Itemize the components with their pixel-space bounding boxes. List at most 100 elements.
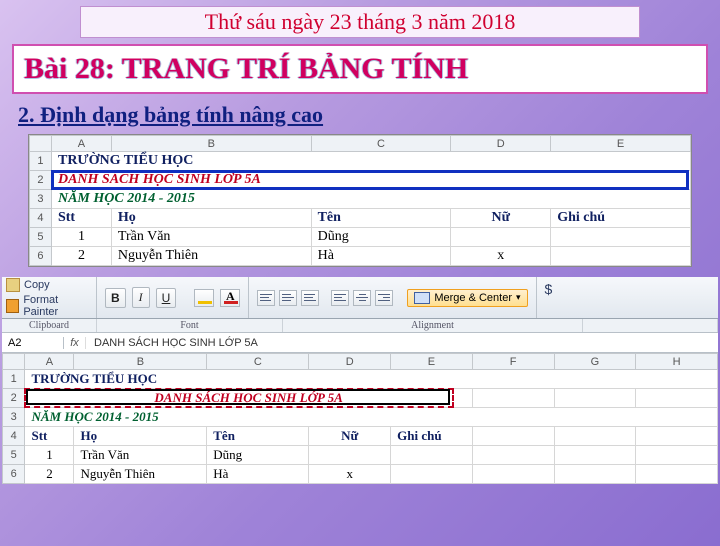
row-header[interactable]: 5 <box>30 228 52 247</box>
cell[interactable]: DANH SÁCH HỌC SINH LỚP 5A <box>51 171 690 190</box>
cell[interactable] <box>554 465 636 484</box>
cell[interactable] <box>636 446 718 465</box>
col-header[interactable]: C <box>311 136 451 152</box>
font-group: B I U A <box>97 277 249 318</box>
section-subtitle: 2. Định dạng bảng tính nâng cao <box>18 102 702 128</box>
cell[interactable]: Dũng <box>311 228 451 247</box>
cell[interactable]: Nguyễn Thiên <box>111 247 311 266</box>
fill-color-button[interactable] <box>194 289 214 307</box>
cell[interactable]: Hà <box>311 247 451 266</box>
align-center-button[interactable] <box>353 290 371 306</box>
cell[interactable] <box>472 465 554 484</box>
col-header[interactable]: D <box>451 136 551 152</box>
cell[interactable]: x <box>309 465 391 484</box>
cell[interactable]: Stt <box>25 427 74 446</box>
cell[interactable] <box>391 465 473 484</box>
format-painter-button[interactable]: Format Painter <box>6 294 92 318</box>
cell[interactable] <box>554 427 636 446</box>
cell[interactable]: Nguyễn Thiên <box>74 465 207 484</box>
italic-button[interactable]: I <box>132 287 150 308</box>
row-header[interactable]: 2 <box>30 171 52 190</box>
cell[interactable]: Nữ <box>451 209 551 228</box>
copy-icon <box>6 278 20 292</box>
spreadsheet-example-1: ABCDE1TRƯỜNG TIỂU HỌC2DANH SÁCH HỌC SINH… <box>28 134 692 267</box>
cell[interactable]: 1 <box>51 228 111 247</box>
col-header[interactable] <box>30 136 52 152</box>
brush-icon <box>6 299 19 313</box>
underline-button[interactable]: U <box>156 288 177 308</box>
cell[interactable] <box>636 389 718 408</box>
col-header[interactable]: G <box>554 354 636 370</box>
col-header[interactable]: B <box>111 136 311 152</box>
row-header[interactable]: 3 <box>30 190 52 209</box>
cell[interactable] <box>391 446 473 465</box>
row-header[interactable]: 4 <box>30 209 52 228</box>
cell[interactable] <box>636 465 718 484</box>
cell[interactable]: Nữ <box>309 427 391 446</box>
cell[interactable]: TRƯỜNG TIỂU HỌC <box>25 370 718 389</box>
cell[interactable] <box>551 247 691 266</box>
row-header[interactable]: 5 <box>3 446 25 465</box>
lesson-title-box: Bài 28: TRANG TRÍ BẢNG TÍNH <box>12 44 708 94</box>
cell[interactable]: Hà <box>207 465 309 484</box>
cell[interactable] <box>472 446 554 465</box>
col-header[interactable]: C <box>207 354 309 370</box>
col-header[interactable]: D <box>309 354 391 370</box>
col-header[interactable]: H <box>636 354 718 370</box>
col-header[interactable]: A <box>25 354 74 370</box>
cell[interactable] <box>472 389 554 408</box>
cell[interactable] <box>636 427 718 446</box>
cell[interactable] <box>451 228 551 247</box>
currency-button[interactable]: $ <box>537 277 561 318</box>
row-header[interactable]: 1 <box>3 370 25 389</box>
cell[interactable]: Tên <box>311 209 451 228</box>
row-header[interactable]: 1 <box>30 152 52 171</box>
align-bottom-button[interactable] <box>301 290 319 306</box>
cell[interactable] <box>472 427 554 446</box>
cell[interactable]: Tên <box>207 427 309 446</box>
cell[interactable]: Ghi chú <box>551 209 691 228</box>
cell[interactable] <box>554 446 636 465</box>
align-right-button[interactable] <box>375 290 393 306</box>
cell[interactable] <box>551 228 691 247</box>
cell[interactable]: Trần Văn <box>74 446 207 465</box>
row-header[interactable]: 6 <box>30 247 52 266</box>
cell[interactable]: Dũng <box>207 446 309 465</box>
cell[interactable]: Stt <box>51 209 111 228</box>
bold-button[interactable]: B <box>105 288 126 308</box>
cell[interactable]: Ghi chú <box>391 427 473 446</box>
cell[interactable]: 2 <box>51 247 111 266</box>
cell[interactable] <box>554 389 636 408</box>
merged-cell[interactable]: DANH SÁCH HỌC SINH LỚP 5A <box>25 389 472 408</box>
merge-center-button[interactable]: Merge & Center▾ <box>407 289 527 307</box>
cell[interactable]: Họ <box>74 427 207 446</box>
col-header[interactable]: B <box>74 354 207 370</box>
cell[interactable]: TRƯỜNG TIỂU HỌC <box>51 152 690 171</box>
col-header[interactable]: F <box>472 354 554 370</box>
cell[interactable] <box>309 446 391 465</box>
cell[interactable]: x <box>451 247 551 266</box>
cell[interactable]: NĂM HỌC 2014 - 2015 <box>51 190 690 209</box>
font-color-button[interactable]: A <box>220 289 240 307</box>
row-header[interactable]: 6 <box>3 465 25 484</box>
col-header[interactable] <box>3 354 25 370</box>
alignment-group: Merge & Center▾ <box>249 277 536 318</box>
cell[interactable]: Trần Văn <box>111 228 311 247</box>
align-top-button[interactable] <box>257 290 275 306</box>
copy-button[interactable]: Copy <box>6 278 92 292</box>
align-middle-button[interactable] <box>279 290 297 306</box>
row-header[interactable]: 4 <box>3 427 25 446</box>
align-left-button[interactable] <box>331 290 349 306</box>
formula-value[interactable]: DANH SÁCH HỌC SINH LỚP 5A <box>86 337 266 349</box>
row-header[interactable]: 3 <box>3 408 25 427</box>
cell[interactable]: 1 <box>25 446 74 465</box>
name-box[interactable]: A2 <box>2 337 64 349</box>
cell[interactable]: NĂM HỌC 2014 - 2015 <box>25 408 718 427</box>
col-header[interactable]: A <box>51 136 111 152</box>
cell[interactable]: 2 <box>25 465 74 484</box>
row-header[interactable]: 2 <box>3 389 25 408</box>
fx-icon[interactable]: fx <box>64 337 86 349</box>
col-header[interactable]: E <box>551 136 691 152</box>
col-header[interactable]: E <box>391 354 473 370</box>
cell[interactable]: Họ <box>111 209 311 228</box>
